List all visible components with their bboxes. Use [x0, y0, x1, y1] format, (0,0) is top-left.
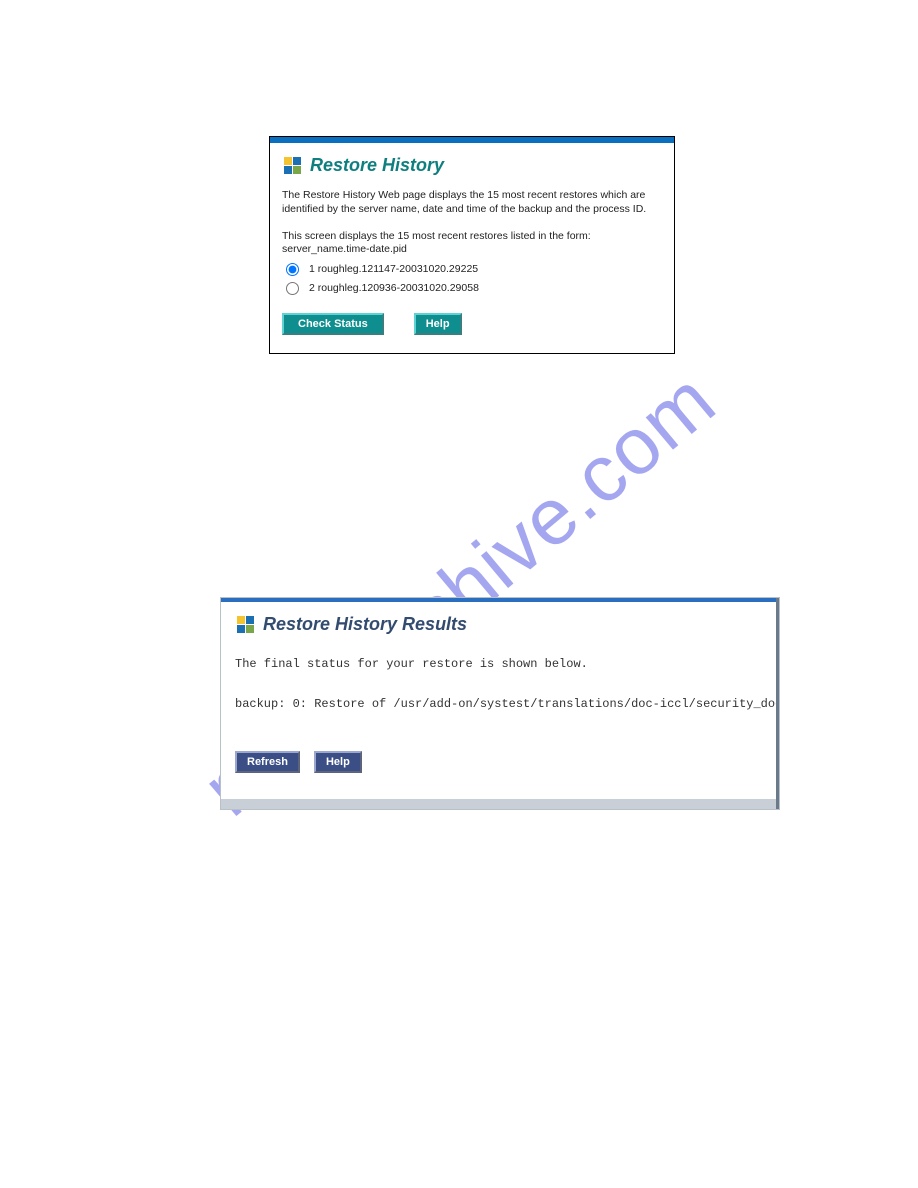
app-logo-icon [237, 616, 255, 634]
refresh-button[interactable]: Refresh [235, 751, 300, 773]
output-text: backup: 0: Restore of /usr/add-on/systes… [235, 697, 776, 711]
restore-radio-1[interactable] [286, 263, 299, 276]
help-button[interactable]: Help [414, 313, 462, 335]
restore-options: 1 roughleg.121147-20031020.29225 2 rough… [286, 263, 662, 295]
window-title: Restore History [310, 155, 444, 176]
check-status-button[interactable]: Check Status [282, 313, 384, 335]
restore-history-window: Restore History The Restore History Web … [269, 136, 675, 354]
restore-history-results-window: Restore History Results The final status… [221, 598, 779, 809]
restore-option-2-label: 2 roughleg.120936-20031020.29058 [309, 282, 479, 294]
bottom-bar [221, 799, 776, 809]
app-logo-icon [284, 157, 302, 175]
help-button[interactable]: Help [314, 751, 362, 773]
restore-option-2[interactable]: 2 roughleg.120936-20031020.29058 [286, 282, 662, 295]
description-text: The Restore History Web page displays th… [282, 188, 662, 216]
restore-option-1[interactable]: 1 roughleg.121147-20031020.29225 [286, 263, 662, 276]
restore-radio-2[interactable] [286, 282, 299, 295]
window-title: Restore History Results [263, 614, 467, 635]
status-text: The final status for your restore is sho… [235, 657, 776, 671]
list-header: This screen displays the 15 most recent … [282, 230, 662, 256]
restore-option-1-label: 1 roughleg.121147-20031020.29225 [309, 263, 478, 275]
